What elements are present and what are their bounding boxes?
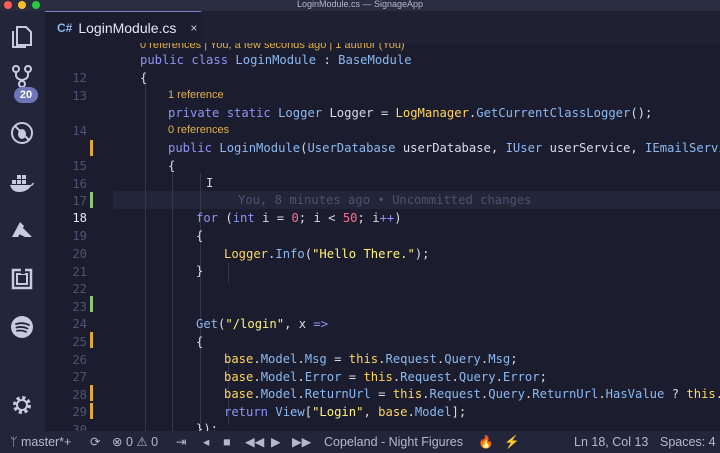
code-line: 21 Logger.Info("Hello There."); xyxy=(45,245,720,279)
cursor-position[interactable]: Ln 18, Col 13 xyxy=(574,431,648,453)
previous-icon[interactable]: ◀◀ xyxy=(245,431,264,453)
git-branch-icon: ᛘ xyxy=(10,435,21,449)
next-icon[interactable]: ▶▶ xyxy=(292,431,311,453)
code-line: 14 private static Logger Logger = LogMan… xyxy=(45,104,720,138)
csharp-file-icon: C# xyxy=(57,20,73,35)
git-blame-annotation: You, 8 minutes ago • Uncommitted changes xyxy=(238,193,532,207)
warning-icon: ⚠ xyxy=(136,435,148,449)
status-bar: ᛘ master*+ ⟳ ⊗ 0 ⚠ 0 ⇥ ◂ ■ ◀◀ ▶ ▶▶ Copel… xyxy=(0,431,720,453)
code-line: 26 { xyxy=(45,333,720,367)
line-number: 14 xyxy=(72,124,87,138)
indentation-setting[interactable]: Spaces: 4 xyxy=(660,431,716,453)
docker-icon[interactable] xyxy=(8,169,36,197)
play-icon[interactable]: ▶ xyxy=(271,431,281,453)
code-editor[interactable]: 0 references | You, a few seconds ago | … xyxy=(45,43,720,431)
flame-icon[interactable]: 🔥 xyxy=(478,431,494,453)
previous-track-icon[interactable]: ◂ xyxy=(203,431,209,453)
tab-bar: C# LoginModule.cs × xyxy=(45,11,720,43)
title-bar: LoginModule.cs — SignageApp xyxy=(0,0,720,11)
sync-icon[interactable]: ⟳ xyxy=(90,431,100,453)
code-line: 13 { xyxy=(45,69,720,103)
extensions-icon[interactable] xyxy=(8,265,36,293)
code-line: 24 xyxy=(45,297,720,331)
code-line: 16 { xyxy=(45,157,720,191)
activity-bar: 20 xyxy=(0,11,45,431)
theme-name[interactable]: Copeland - Night Figures xyxy=(324,431,463,453)
code-line: 17 I xyxy=(45,174,720,208)
problems-indicator[interactable]: ⊗ 0 ⚠ 0 xyxy=(112,431,158,453)
code-line: 30 return View["Login", base.Model]; xyxy=(45,403,720,431)
tab-loginmodule[interactable]: C# LoginModule.cs × xyxy=(45,11,201,43)
code-line: 29 base.Model.ReturnUrl = this.Request.Q… xyxy=(45,385,720,419)
spotify-icon[interactable] xyxy=(8,313,36,341)
code-line: 27 base.Model.Msg = this.Request.Query.M… xyxy=(45,350,720,384)
code-line: 20 { xyxy=(45,227,720,261)
code-line: 22 } xyxy=(45,262,720,296)
text-cursor-icon: I xyxy=(206,176,214,190)
code-line: 28 base.Model.Error = this.Request.Query… xyxy=(45,368,720,402)
azure-icon[interactable] xyxy=(8,217,36,245)
close-icon[interactable]: × xyxy=(190,21,197,35)
codelens-references[interactable]: 1 reference xyxy=(168,87,224,104)
files-icon[interactable] xyxy=(8,23,36,51)
tab-label: LoginModule.cs xyxy=(78,19,177,36)
code-line: 12 public class LoginModule : BaseModule xyxy=(45,51,720,85)
code-line: 25 Get("/login", x => xyxy=(45,315,720,349)
code-line: 19 for (int i = 0; i < 50; i++) xyxy=(45,209,720,243)
branch-name: master*+ xyxy=(20,435,72,449)
code-line: 23 xyxy=(45,280,720,314)
bug-icon[interactable] xyxy=(8,119,36,147)
code-line: 15 public LoginModule(UserDatabase userD… xyxy=(45,139,720,173)
error-icon: ⊗ xyxy=(112,435,123,449)
code-line-current: 18 You, 8 minutes ago • Uncommitted chan… xyxy=(45,191,720,225)
stop-icon[interactable]: ■ xyxy=(223,431,231,453)
sign-in-icon[interactable]: ⇥ xyxy=(176,431,186,453)
codelens-references[interactable]: 0 references xyxy=(168,122,229,139)
line-number: 13 xyxy=(72,89,87,103)
lightning-icon[interactable]: ⚡ xyxy=(504,431,520,453)
gear-icon[interactable] xyxy=(8,391,36,419)
branch-indicator[interactable]: ᛘ master*+ xyxy=(10,431,71,453)
window-title: LoginModule.cs — SignageApp xyxy=(296,0,424,9)
code-line: 31 }); xyxy=(196,422,219,431)
scm-badge: 20 xyxy=(14,87,38,103)
